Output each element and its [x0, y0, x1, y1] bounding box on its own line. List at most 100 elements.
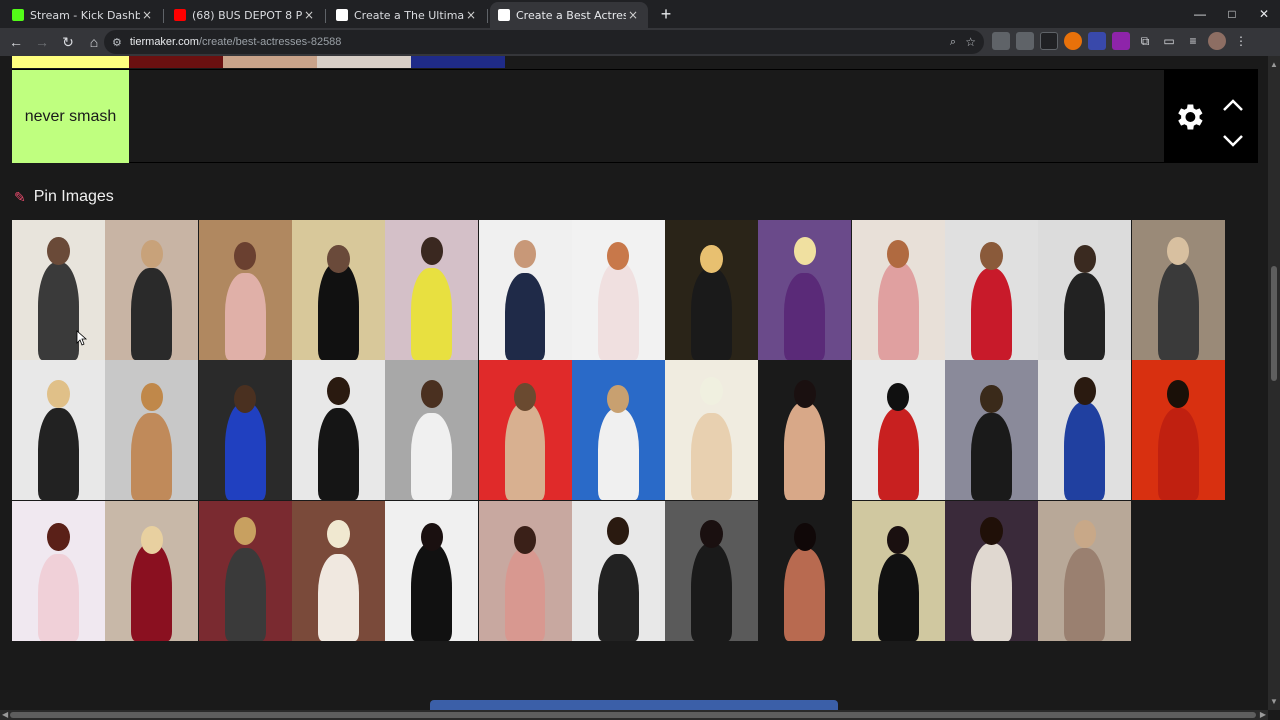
address-bar[interactable]: ⚙ tiermaker.com/create/best-actresses-82… — [104, 30, 984, 54]
image-head — [1073, 245, 1096, 274]
pool-image[interactable] — [1131, 220, 1225, 360]
pool-image[interactable] — [12, 220, 105, 360]
scroll-up-arrow-icon[interactable]: ▲ — [1270, 60, 1278, 69]
pool-image[interactable] — [385, 220, 479, 360]
move-up-chevron-icon[interactable] — [1222, 98, 1244, 112]
image-figure — [597, 407, 639, 501]
pool-image[interactable] — [198, 360, 292, 501]
image-figure — [131, 542, 173, 641]
scroll-right-arrow-icon[interactable]: ▶ — [1260, 710, 1266, 719]
tab-4[interactable]: Create a Best Actresses Tier Lis× — [490, 2, 648, 28]
menu-icon[interactable]: ⋮ — [1232, 32, 1250, 50]
pool-image[interactable] — [945, 220, 1038, 360]
reload-icon[interactable]: ↻ — [56, 30, 80, 54]
site-info-icon[interactable]: ⚙ — [112, 36, 122, 49]
extension-icon[interactable] — [1088, 32, 1106, 50]
pool-image[interactable] — [571, 500, 665, 641]
pool-image[interactable] — [1038, 360, 1132, 501]
pool-image[interactable] — [291, 220, 385, 360]
pool-image[interactable] — [851, 360, 945, 501]
image-figure — [411, 413, 453, 501]
pool-image[interactable] — [1038, 500, 1132, 641]
forward-icon[interactable]: → — [30, 30, 54, 54]
extension-icon[interactable] — [1040, 32, 1058, 50]
horizontal-scroll-thumb[interactable] — [10, 712, 1256, 718]
pool-image[interactable] — [758, 360, 852, 501]
extension-icon[interactable] — [1016, 32, 1034, 50]
extension-icon[interactable] — [1064, 32, 1082, 50]
pool-image[interactable] — [571, 220, 665, 360]
extensions-puzzle-icon[interactable]: ⧉ — [1136, 32, 1154, 50]
browser-toolbar: ← → ↻ ⌂ ⚙ tiermaker.com/create/best-actr… — [0, 28, 1280, 56]
pool-image[interactable] — [478, 220, 572, 360]
image-head — [420, 379, 443, 408]
vertical-scroll-thumb[interactable] — [1271, 266, 1277, 381]
pool-image[interactable] — [478, 360, 572, 501]
zoom-icon[interactable]: ⌕ — [950, 36, 956, 49]
minimize-button[interactable]: — — [1184, 0, 1216, 28]
pool-image[interactable] — [851, 220, 945, 360]
pool-image[interactable] — [665, 360, 759, 501]
pin-images-title: Pin Images — [33, 188, 114, 205]
pool-image[interactable] — [851, 500, 945, 641]
extension-icon[interactable] — [992, 32, 1010, 50]
back-icon[interactable]: ← — [4, 30, 28, 54]
pool-image[interactable] — [105, 360, 199, 501]
tab-close-icon[interactable]: × — [140, 8, 154, 22]
tier-label[interactable]: never smash — [12, 70, 129, 163]
tier-item[interactable] — [317, 56, 411, 68]
maximize-button[interactable]: □ — [1216, 0, 1248, 28]
pool-image[interactable] — [758, 220, 852, 360]
tier-row-top — [12, 56, 1258, 68]
tier-item[interactable] — [411, 56, 505, 68]
pool-image[interactable] — [758, 500, 852, 641]
pool-image[interactable] — [665, 500, 759, 641]
image-figure — [877, 407, 919, 501]
bookmark-star-icon[interactable]: ☆ — [965, 35, 976, 49]
close-window-button[interactable]: ✕ — [1248, 0, 1280, 28]
vertical-scrollbar[interactable]: ▲ ▼ — [1268, 56, 1280, 710]
tab-close-icon[interactable]: × — [302, 8, 316, 22]
pool-image[interactable] — [1038, 220, 1132, 360]
pool-image[interactable] — [12, 360, 105, 501]
cast-icon[interactable]: ▭ — [1160, 32, 1178, 50]
pool-image[interactable] — [105, 220, 199, 360]
image-figure — [691, 413, 733, 501]
pool-image[interactable] — [1131, 360, 1225, 501]
reading-list-icon[interactable]: ≡ — [1184, 32, 1202, 50]
pool-image[interactable] — [291, 500, 385, 641]
new-tab-button[interactable]: + — [654, 2, 678, 26]
tier-label-top[interactable] — [12, 56, 129, 68]
pool-image[interactable] — [291, 360, 385, 501]
pool-image[interactable] — [385, 360, 479, 501]
pool-image[interactable] — [478, 500, 572, 641]
pool-image[interactable] — [105, 500, 199, 641]
tab-1[interactable]: Stream - Kick Dashboard× — [4, 2, 164, 28]
tab-close-icon[interactable]: × — [464, 8, 478, 22]
pool-image[interactable] — [12, 500, 105, 641]
settings-gear-icon[interactable] — [1172, 100, 1206, 134]
pool-image[interactable] — [385, 500, 479, 641]
tier-item[interactable] — [129, 56, 223, 68]
horizontal-scrollbar[interactable]: ◀ ▶ — [0, 710, 1268, 720]
extension-icon[interactable] — [1112, 32, 1130, 50]
pool-image[interactable] — [198, 220, 292, 360]
image-figure — [504, 273, 546, 360]
image-figure — [504, 548, 546, 641]
pool-image[interactable] — [665, 220, 759, 360]
tier-item[interactable] — [223, 56, 317, 68]
pool-image[interactable] — [571, 360, 665, 501]
pool-image[interactable] — [198, 500, 292, 641]
image-figure — [38, 553, 79, 641]
pool-image[interactable] — [945, 500, 1038, 641]
image-head — [1166, 236, 1190, 265]
home-icon[interactable]: ⌂ — [82, 30, 106, 54]
scroll-left-arrow-icon[interactable]: ◀ — [2, 710, 8, 719]
profile-avatar[interactable] — [1208, 32, 1226, 50]
move-down-chevron-icon[interactable] — [1222, 134, 1244, 148]
tab-2[interactable]: (68) BUS DEPOT 8 PLAYERS | ZC× — [166, 2, 326, 28]
tab-close-icon[interactable]: × — [626, 8, 640, 22]
scroll-down-arrow-icon[interactable]: ▼ — [1270, 697, 1278, 706]
tab-3[interactable]: Create a The Ultimate Adult Ca× — [328, 2, 488, 28]
pool-image[interactable] — [945, 360, 1038, 501]
